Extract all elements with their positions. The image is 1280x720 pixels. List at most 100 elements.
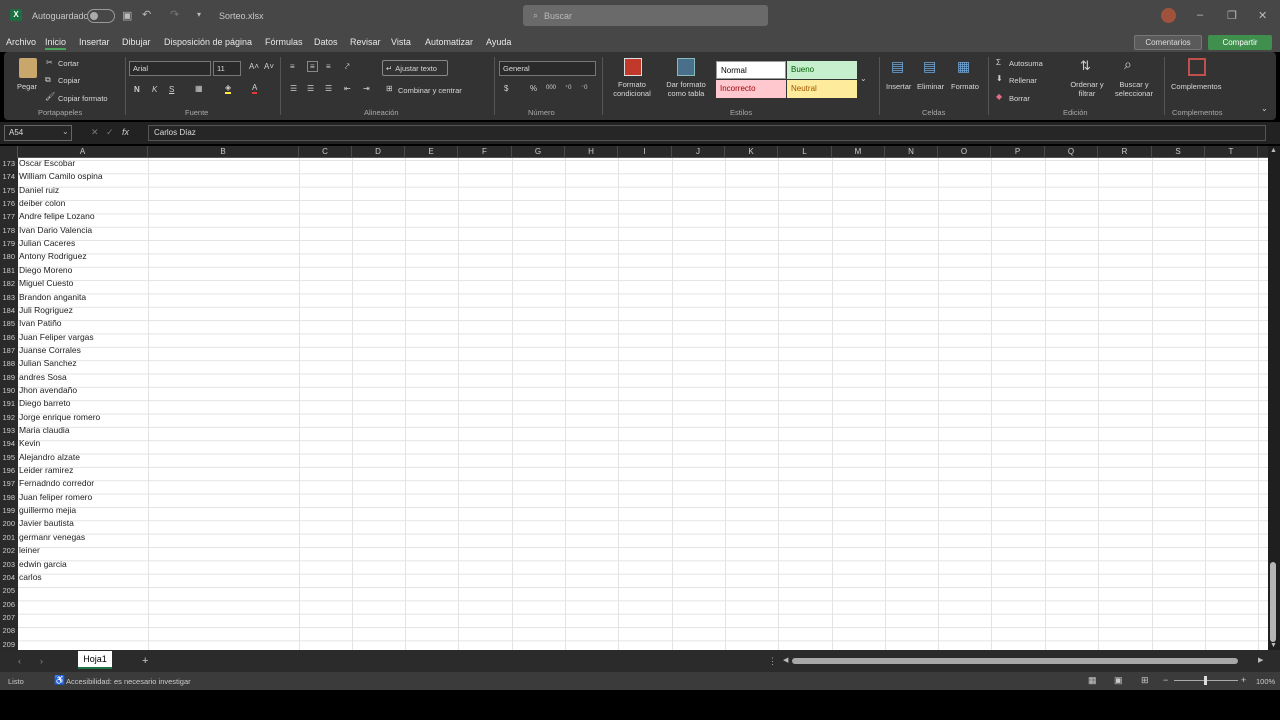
prev-sheet-icon[interactable]: ‹ — [18, 656, 21, 666]
format-cells-button[interactable]: Formato — [951, 82, 979, 91]
cell-a[interactable]: leiner — [19, 545, 40, 555]
column-header-j[interactable]: J — [672, 146, 725, 158]
cell-a[interactable]: Jhon avendaño — [19, 385, 77, 395]
row-header[interactable]: 185 — [0, 319, 17, 328]
cell-a[interactable]: Alejandro alzate — [19, 452, 80, 462]
column-header-m[interactable]: M — [832, 146, 885, 158]
cell-a[interactable]: Juan feliper romero — [19, 492, 92, 502]
comments-button[interactable]: Comentarios — [1134, 35, 1202, 50]
format-cells-icon[interactable]: ▦ — [957, 58, 970, 75]
fill-color-icon[interactable]: ◈ — [225, 83, 232, 94]
autosum-button[interactable]: Autosuma — [1009, 59, 1043, 68]
column-header-k[interactable]: K — [725, 146, 778, 158]
cell-a[interactable]: Ivan Patiño — [19, 318, 62, 328]
cell-a[interactable]: deiber colon — [19, 198, 65, 208]
increase-font-icon[interactable]: A˄ — [249, 62, 259, 71]
insert-function-icon[interactable]: fx — [122, 127, 129, 137]
delete-cells-button[interactable]: Eliminar — [917, 82, 944, 91]
percent-icon[interactable]: % — [530, 84, 537, 93]
increase-decimal-icon[interactable]: ⁺0 — [565, 84, 572, 91]
cell-a[interactable]: Juanse Corrales — [19, 345, 81, 355]
tab-datos[interactable]: Datos — [314, 37, 338, 47]
cell-a[interactable]: Leider ramirez — [19, 465, 73, 475]
cell-a[interactable]: Ivan Dario Valencia — [19, 225, 92, 235]
row-header[interactable]: 180 — [0, 252, 17, 261]
merge-center-button[interactable]: Combinar y centrar — [398, 86, 462, 95]
insert-cells-button[interactable]: Insertar — [886, 82, 911, 91]
share-button[interactable]: Compartir — [1208, 35, 1272, 50]
zoom-level[interactable]: 100% — [1256, 677, 1275, 686]
row-header[interactable]: 187 — [0, 346, 17, 355]
find-select-icon[interactable]: ⌕ — [1124, 56, 1132, 73]
cancel-icon[interactable]: ✕ — [91, 127, 99, 138]
row-header[interactable]: 196 — [0, 466, 17, 475]
hscroll-right-icon[interactable]: ▶ — [1258, 656, 1263, 664]
row-header[interactable]: 181 — [0, 266, 17, 275]
bold-button[interactable]: N — [134, 85, 140, 94]
conditional-format-button[interactable]: Formato condicional — [608, 80, 656, 98]
row-header[interactable]: 184 — [0, 306, 17, 315]
column-header-e[interactable]: E — [405, 146, 458, 158]
row-header[interactable]: 201 — [0, 533, 17, 542]
column-header-p[interactable]: P — [991, 146, 1045, 158]
page-layout-icon[interactable]: ▣ — [1114, 675, 1123, 686]
row-header[interactable]: 175 — [0, 186, 17, 195]
cell-a[interactable]: edwin garcia — [19, 559, 67, 569]
enter-icon[interactable]: ✓ — [106, 127, 114, 138]
row-header[interactable]: 192 — [0, 413, 17, 422]
paste-button[interactable]: Pegar — [17, 82, 37, 91]
conditional-format-icon[interactable] — [624, 58, 642, 76]
scroll-down-icon[interactable]: ▼ — [1270, 642, 1277, 649]
column-header-i[interactable]: I — [618, 146, 672, 158]
file-name[interactable]: Sorteo.xlsx — [219, 11, 264, 21]
cell-a[interactable]: Jorge enrique romero — [19, 412, 100, 422]
row-header[interactable]: 176 — [0, 199, 17, 208]
minimize-button[interactable]: – — [1197, 9, 1203, 21]
table-format-icon[interactable] — [677, 58, 695, 76]
redo-icon[interactable]: ↷ — [170, 8, 179, 21]
tab-ayuda[interactable]: Ayuda — [486, 37, 511, 47]
cell-a[interactable]: Diego barreto — [19, 398, 71, 408]
tab-revisar[interactable]: Revisar — [350, 37, 381, 47]
accessibility-icon[interactable]: ♿ — [54, 675, 65, 686]
thousands-icon[interactable]: 000 — [546, 85, 556, 91]
namebox-dropdown-icon[interactable]: ⌄ — [62, 127, 69, 136]
row-header[interactable]: 189 — [0, 373, 17, 382]
autosave-toggle[interactable] — [87, 9, 115, 23]
row-header[interactable]: 197 — [0, 479, 17, 488]
cell-a[interactable]: germanr venegas — [19, 532, 85, 542]
tab-inicio[interactable]: Inicio — [45, 37, 67, 50]
cell-a[interactable]: carlos — [19, 572, 42, 582]
tab-automatizar[interactable]: Automatizar — [425, 37, 473, 47]
add-sheet-button[interactable]: + — [142, 655, 148, 667]
sheet-tab-hoja1[interactable]: Hoja1 — [78, 651, 112, 669]
tab-vista[interactable]: Vista — [391, 37, 411, 47]
cell-a[interactable]: andres Sosa — [19, 372, 67, 382]
hscroll-left-icon[interactable]: ◀ — [783, 656, 788, 664]
indent-increase-icon[interactable]: ⇥ — [363, 84, 370, 93]
cell-a[interactable]: Andre felipe Lozano — [19, 211, 95, 221]
sort-filter-icon[interactable]: ⇅ — [1080, 58, 1091, 74]
row-header[interactable]: 203 — [0, 560, 17, 569]
addins-icon[interactable] — [1188, 58, 1206, 76]
scroll-up-icon[interactable]: ▲ — [1270, 147, 1277, 154]
formula-input[interactable]: Carlos Díaz — [148, 125, 1266, 141]
customize-qat-icon[interactable]: ▾ — [197, 10, 201, 19]
underline-button[interactable]: S — [169, 85, 174, 94]
row-header[interactable]: 206 — [0, 600, 17, 609]
column-header-t[interactable]: T — [1205, 146, 1258, 158]
indent-decrease-icon[interactable]: ⇤ — [344, 84, 351, 93]
row-header[interactable]: 174 — [0, 172, 17, 181]
zoom-in-icon[interactable]: + — [1241, 675, 1246, 685]
decrease-decimal-icon[interactable]: ⁻0 — [581, 84, 588, 91]
column-header-h[interactable]: H — [565, 146, 618, 158]
cell-a[interactable]: Diego Moreno — [19, 265, 72, 275]
normal-view-icon[interactable]: ▦ — [1088, 675, 1097, 686]
row-header[interactable]: 209 — [0, 640, 17, 649]
cell-a[interactable]: William Camilo ospina — [19, 171, 103, 181]
restore-button[interactable]: ❐ — [1227, 9, 1237, 22]
close-button[interactable]: ✕ — [1258, 9, 1267, 22]
align-top-icon[interactable]: ≡ — [290, 62, 295, 71]
style-normal[interactable]: Normal — [716, 61, 786, 79]
select-all-corner[interactable] — [0, 146, 18, 158]
